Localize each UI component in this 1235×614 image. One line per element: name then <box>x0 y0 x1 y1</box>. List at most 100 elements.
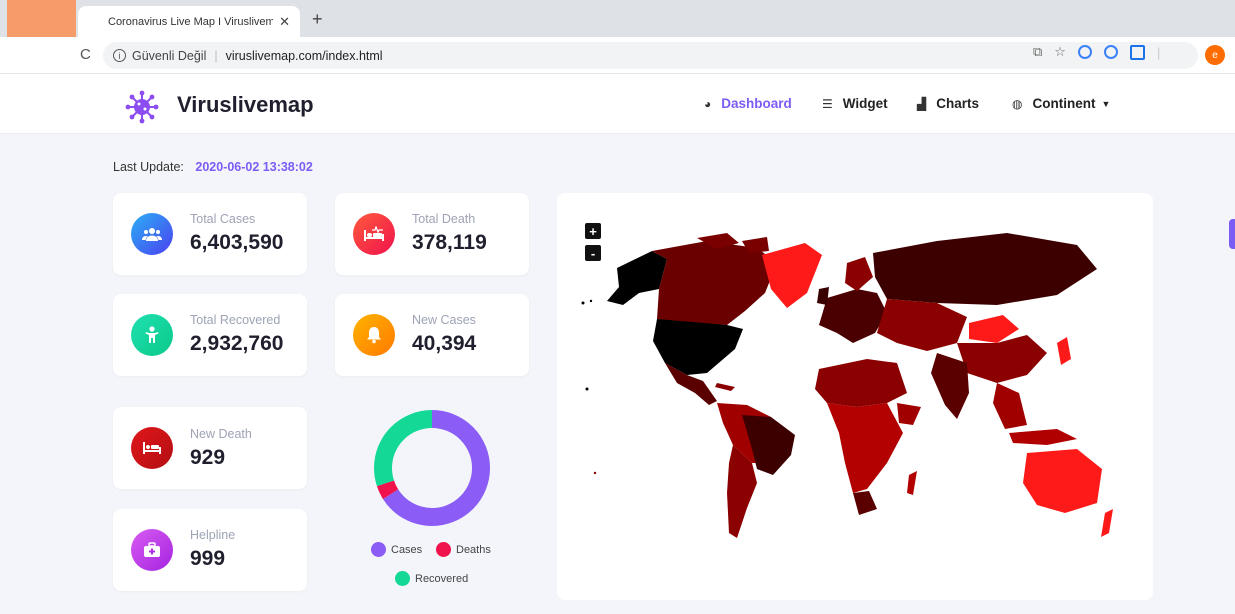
bell-icon <box>353 314 395 356</box>
map-country-canada <box>652 241 777 325</box>
legend-swatch <box>436 542 451 557</box>
last-update: Last Update: 2020-06-02 13:38:02 <box>113 160 313 174</box>
stat-value: 999 <box>190 547 226 570</box>
address-separator: | <box>214 48 218 63</box>
map-island <box>593 471 597 475</box>
legend-label: Recovered <box>415 572 469 585</box>
map-africa-central <box>827 403 903 493</box>
new-tab-button[interactable]: + <box>312 9 323 30</box>
map-country-madagascar <box>907 471 917 495</box>
brand-name[interactable]: Viruslivemap <box>177 92 314 118</box>
tab-close-icon[interactable]: ✕ <box>279 14 290 30</box>
map-zoom-in-button[interactable]: + <box>585 223 601 239</box>
map-country-china <box>957 335 1047 383</box>
legend-swatch <box>371 542 386 557</box>
nav-label: Dashboard <box>721 96 792 111</box>
area-chart-icon: ▟ <box>917 96 927 111</box>
stat-value: 378,119 <box>412 231 487 254</box>
stat-card-total-death: Total Death 378,119 <box>335 193 529 275</box>
stat-card-new-cases: New Cases 40,394 <box>335 294 529 376</box>
map-country-mongolia <box>969 315 1019 343</box>
map-country-south-africa <box>853 491 877 515</box>
users-icon <box>131 213 173 255</box>
stat-card-total-recovered: Total Recovered 2,932,760 <box>113 294 307 376</box>
translate-icon[interactable]: ⧉ <box>1033 44 1042 60</box>
legend-swatch <box>395 571 410 586</box>
globe-icon: ◍ <box>1012 96 1023 111</box>
legend-item-recovered[interactable]: Recovered <box>395 571 468 586</box>
map-southeast-asia <box>993 383 1027 429</box>
stat-label: New Cases <box>412 313 476 327</box>
virus-logo-icon[interactable] <box>124 89 160 125</box>
stat-value: 929 <box>190 446 226 469</box>
person-icon <box>131 314 173 356</box>
stat-label: New Death <box>190 427 252 441</box>
stat-value: 6,403,590 <box>190 231 284 254</box>
map-island <box>585 387 589 391</box>
url-text[interactable]: viruslivemap.com/index.html <box>226 49 383 63</box>
map-country-japan <box>1057 337 1071 365</box>
stat-value: 2,932,760 <box>190 332 284 355</box>
site-header: Viruslivemap ◕ Dashboard ☰ Widget ▟ Char… <box>0 74 1235 134</box>
stat-card-helpline: Helpline 999 <box>113 509 307 591</box>
browser-tab[interactable]: Coronavirus Live Map I Viruslivemap ✕ <box>78 6 300 37</box>
map-europe <box>819 289 887 343</box>
map-central-asia <box>877 299 967 351</box>
info-icon[interactable]: i <box>113 49 126 62</box>
nav-label: Charts <box>936 96 979 111</box>
world-map-card: + - <box>557 193 1153 600</box>
map-zoom-out-button[interactable]: - <box>585 245 601 261</box>
medkit-icon <box>131 529 173 571</box>
stat-card-new-death: New Death 929 <box>113 407 307 489</box>
legend-item-deaths[interactable]: Deaths <box>436 542 491 557</box>
stat-value: 40,394 <box>412 332 477 355</box>
extension-icon[interactable] <box>1077 45 1092 59</box>
nav-continent[interactable]: ◍ Continent ▼ <box>1012 96 1110 111</box>
map-island <box>589 299 593 303</box>
security-label[interactable]: Güvenli Değil <box>132 49 206 63</box>
map-country-new-zealand <box>1101 509 1113 537</box>
legend-label: Deaths <box>456 543 491 556</box>
map-horn-of-africa <box>897 403 921 425</box>
last-update-value: 2020-06-02 13:38:02 <box>195 160 313 174</box>
map-country-india <box>931 353 969 419</box>
legend-label: Cases <box>391 543 423 556</box>
map-caribbean <box>715 383 735 391</box>
nav-dashboard[interactable]: ◕ Dashboard <box>704 96 792 111</box>
nav-charts[interactable]: ▟ Charts <box>917 96 979 111</box>
layers-icon: ☰ <box>822 96 833 111</box>
map-country-alaska <box>607 251 667 305</box>
star-icon[interactable]: ☆ <box>1054 44 1066 60</box>
extension-icon[interactable] <box>1103 45 1118 59</box>
last-update-label: Last Update: <box>113 160 184 174</box>
map-island <box>581 301 585 305</box>
world-map[interactable] <box>557 193 1153 600</box>
map-country-usa <box>653 319 743 375</box>
map-uk <box>817 287 829 305</box>
chevron-down-icon: ▼ <box>1101 98 1111 109</box>
toolbar-separator: | <box>1156 44 1161 60</box>
map-country-australia <box>1023 449 1102 513</box>
map-africa-north <box>815 359 907 407</box>
bed-pulse-icon <box>353 213 395 255</box>
bed-icon <box>131 427 173 469</box>
stat-label: Helpline <box>190 528 236 542</box>
map-scandinavia <box>845 257 873 291</box>
nav-label: Widget <box>842 96 888 111</box>
dashboard-icon: ◕ <box>704 96 712 111</box>
stat-label: Total Death <box>412 212 476 226</box>
legend-item-cases[interactable]: Cases <box>371 542 422 557</box>
profile-avatar[interactable]: e <box>1205 45 1225 65</box>
stat-label: Total Recovered <box>190 313 281 327</box>
map-indonesia <box>1009 429 1077 445</box>
nav-widget[interactable]: ☰ Widget <box>822 96 888 111</box>
nav-label: Continent <box>1032 96 1096 111</box>
toolbar-icons: ⧉ ☆ | <box>1033 44 1160 60</box>
map-country-greenland <box>762 243 822 308</box>
cases-donut-chart <box>374 410 490 526</box>
map-country-russia <box>873 233 1097 305</box>
extension-icon[interactable] <box>1129 44 1145 60</box>
side-panel-tab[interactable] <box>1229 219 1235 249</box>
reload-icon[interactable]: C <box>80 46 91 63</box>
tab-title: Coronavirus Live Map I Viruslivemap <box>108 15 274 28</box>
